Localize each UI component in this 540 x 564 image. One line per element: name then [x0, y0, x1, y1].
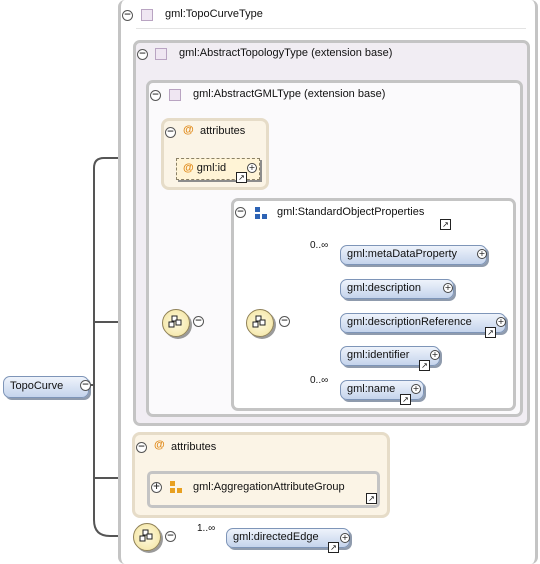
element-label: gml:identifier: [347, 349, 410, 361]
expand-plus-icon[interactable]: +: [443, 283, 453, 293]
link-icon[interactable]: ↗: [236, 172, 247, 183]
expand-plus-icon[interactable]: +: [247, 163, 257, 173]
header-divider: [136, 28, 526, 29]
complex-type-icon: [141, 9, 153, 21]
collapse-toggle-sequence[interactable]: −: [165, 531, 176, 542]
expand-plus-icon[interactable]: +: [430, 350, 440, 360]
element-label: gml:metaDataProperty: [347, 248, 458, 260]
root-label: TopoCurve: [10, 380, 64, 392]
expand-toggle-attribute-group[interactable]: +: [151, 482, 162, 493]
expand-plus-icon[interactable]: +: [340, 533, 350, 543]
sequence-compositor-icon[interactable]: [162, 309, 190, 337]
attribute-icon: @: [183, 124, 194, 136]
occurrence-label: 1..∞: [197, 523, 216, 534]
sequence-glyph: [168, 315, 182, 328]
element-label: gml:description: [347, 282, 421, 294]
link-icon[interactable]: ↗: [440, 219, 451, 230]
element-label: gml:name: [347, 383, 396, 395]
occurrence-label: 0..∞: [310, 375, 329, 386]
topocurvetype-label: gml:TopoCurveType: [165, 8, 263, 20]
link-icon[interactable]: ↗: [328, 542, 339, 553]
aggregation-attribute-group-label: gml:AggregationAttributeGroup: [193, 481, 345, 493]
abstract-topology-label: gml:AbstractTopologyType (extension base…: [179, 47, 393, 59]
collapse-toggle-attributes[interactable]: −: [136, 442, 147, 453]
link-icon[interactable]: ↗: [485, 327, 496, 338]
link-icon[interactable]: ↗: [419, 360, 430, 371]
complex-type-icon: [155, 48, 167, 60]
gml-id-label: gml:id: [196, 162, 227, 174]
sequence-glyph: [139, 529, 153, 542]
attribute-group-icon: [170, 481, 182, 493]
element-metadataproperty[interactable]: gml:metaDataProperty: [340, 245, 487, 265]
attribute-icon: @: [183, 162, 194, 174]
element-label: gml:descriptionReference: [347, 316, 472, 328]
collapse-toggle-abstract-gml[interactable]: −: [150, 90, 161, 101]
collapse-toggle-sequence[interactable]: −: [279, 316, 290, 327]
collapse-toggle-sequence[interactable]: −: [193, 316, 204, 327]
complex-type-icon: [169, 89, 181, 101]
sequence-compositor-icon[interactable]: [246, 309, 274, 337]
link-icon[interactable]: ↗: [366, 493, 377, 504]
attribute-icon: @: [154, 439, 165, 451]
element-description[interactable]: gml:description: [340, 279, 454, 299]
element-label: gml:directedEdge: [233, 531, 319, 543]
collapse-toggle-standard-object-properties[interactable]: −: [235, 207, 246, 218]
collapse-toggle-root[interactable]: −: [80, 380, 91, 391]
element-descriptionreference[interactable]: gml:descriptionReference: [340, 313, 506, 333]
collapse-toggle-abstract-topology[interactable]: −: [137, 49, 148, 60]
standard-object-properties-label: gml:StandardObjectProperties: [277, 206, 425, 218]
occurrence-label: 0..∞: [310, 240, 329, 251]
attributes-header: attributes: [200, 125, 246, 137]
expand-plus-icon[interactable]: +: [477, 249, 487, 259]
attributes-header: attributes: [171, 441, 217, 453]
link-icon[interactable]: ↗: [400, 394, 411, 405]
collapse-toggle-topocurvetype[interactable]: −: [122, 10, 133, 21]
expand-plus-icon[interactable]: +: [411, 384, 421, 394]
collapse-toggle-attributes[interactable]: −: [165, 127, 176, 138]
root-element-topocurve[interactable]: TopoCurve: [3, 376, 89, 398]
group-icon: [255, 207, 267, 219]
expand-plus-icon[interactable]: +: [496, 317, 506, 327]
sequence-glyph: [252, 315, 266, 328]
sequence-compositor-icon[interactable]: [133, 523, 161, 551]
abstract-gml-label: gml:AbstractGMLType (extension base): [193, 88, 386, 100]
